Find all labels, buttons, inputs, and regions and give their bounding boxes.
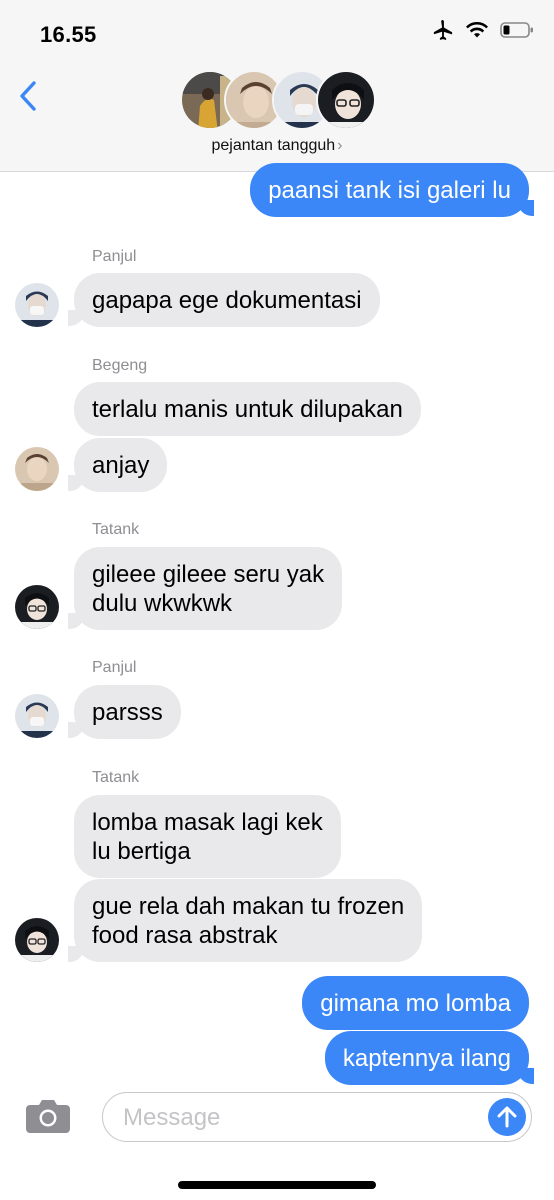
- status-icons: [432, 20, 534, 45]
- chevron-left-icon: [20, 81, 36, 111]
- sender-avatar-panjul[interactable]: [15, 694, 59, 738]
- incoming-message[interactable]: terlalu manis untuk dilupakan: [74, 382, 421, 436]
- back-button[interactable]: [14, 76, 44, 116]
- sender-name: Tatank: [92, 521, 140, 538]
- member-4-avatar: [316, 70, 376, 130]
- bubble-tail: [68, 722, 84, 738]
- outgoing-message[interactable]: gimana mo lomba: [302, 976, 529, 1030]
- incoming-message[interactable]: gapapa ege dokumentasi: [74, 273, 380, 327]
- sender-name: Tatank: [92, 769, 140, 786]
- sender-avatar-tatank[interactable]: [15, 918, 59, 962]
- message-text: kaptennya ilang: [342, 1045, 511, 1072]
- outgoing-message[interactable]: paansi tank isi galeri lu: [250, 163, 529, 217]
- message-text: terlalu manis untuk dilupakan: [92, 396, 403, 423]
- status-time: 16.55: [40, 22, 97, 47]
- send-button[interactable]: [488, 1098, 526, 1136]
- incoming-message[interactable]: gileee gileee seru yak dulu wkwkwk: [74, 547, 343, 630]
- bubble-tail: [68, 613, 84, 629]
- message-input-box[interactable]: [102, 1092, 532, 1142]
- message-text: paansi tank isi galeri lu: [268, 177, 511, 204]
- message-text: gimana mo lomba: [320, 990, 511, 1017]
- message-text-line: dulu wkwkwk: [92, 590, 233, 617]
- sender-avatar-panjul[interactable]: [15, 283, 59, 327]
- airplane-icon: [432, 20, 454, 45]
- sender-avatar-tatank[interactable]: [15, 585, 59, 629]
- bubble-tail: [68, 946, 84, 962]
- camera-button[interactable]: [24, 1097, 72, 1135]
- message-text-line: lomba masak lagi kek: [92, 809, 323, 836]
- battery-icon: [500, 21, 534, 44]
- camera-icon: [26, 1100, 70, 1133]
- bubble-tail: [518, 200, 534, 216]
- home-indicator[interactable]: [178, 1181, 376, 1189]
- bubble-tail: [518, 1068, 534, 1084]
- incoming-message[interactable]: gue rela dah makan tu frozen food rasa a…: [74, 879, 423, 962]
- group-name-label: pejantan tangguh: [211, 137, 336, 154]
- sender-name: Panjul: [92, 659, 137, 676]
- group-name[interactable]: pejantan tangguh ›: [0, 137, 554, 155]
- group-avatars[interactable]: [180, 70, 376, 132]
- sender-name: Panjul: [92, 248, 137, 265]
- message-text-line: lu bertiga: [92, 838, 191, 865]
- bubble-tail: [68, 310, 84, 326]
- message-text-line: food rasa abstrak: [92, 922, 278, 949]
- sender-name: Begeng: [92, 357, 148, 374]
- incoming-message[interactable]: parsss: [74, 685, 181, 739]
- wifi-icon: [466, 21, 488, 44]
- incoming-message[interactable]: anjay: [74, 438, 168, 492]
- message-text-line: gileee gileee seru yak: [92, 561, 325, 588]
- message-input[interactable]: [123, 1103, 483, 1133]
- message-text: parsss: [92, 699, 163, 726]
- arrow-up-icon: [497, 1106, 517, 1128]
- outgoing-message[interactable]: kaptennya ilang: [324, 1031, 529, 1085]
- sender-avatar-begeng[interactable]: [15, 447, 59, 491]
- message-text: gapapa ege dokumentasi: [92, 287, 362, 314]
- message-list[interactable]: paansi tank isi galeri lu Panjul gapapa …: [0, 163, 554, 1085]
- message-text-line: gue rela dah makan tu frozen: [92, 893, 405, 920]
- chevron-right-icon: ›: [337, 137, 343, 154]
- incoming-message[interactable]: lomba masak lagi kek lu bertiga: [74, 795, 341, 878]
- conversation-header: 16.55 pejantan tangguh ›: [0, 0, 554, 172]
- bubble-tail: [68, 475, 84, 491]
- message-text: anjay: [92, 452, 150, 479]
